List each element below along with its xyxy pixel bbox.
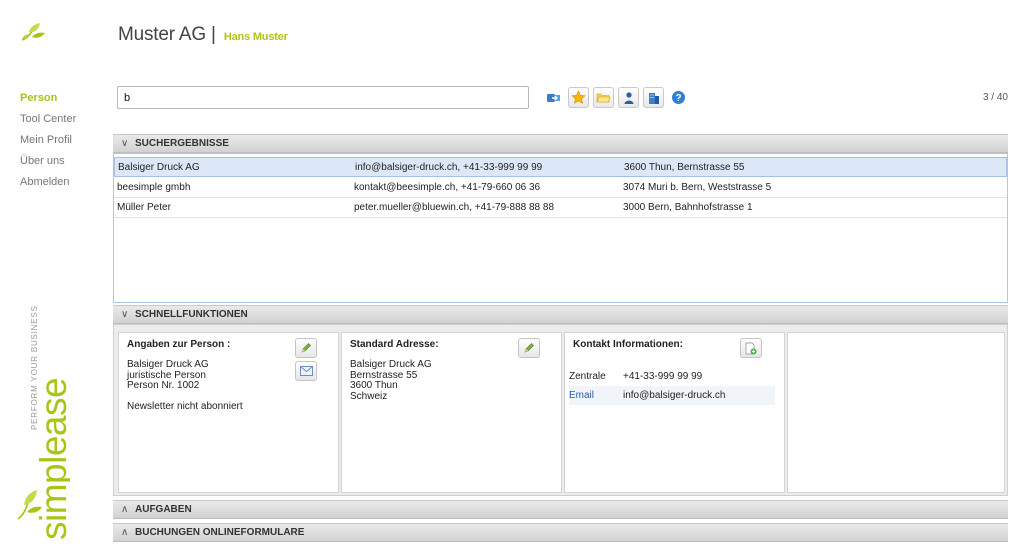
search-toolbar: ? <box>543 87 689 108</box>
edit-person-button[interactable] <box>295 338 317 358</box>
sidebar-nav: Person Tool Center Mein Profil Über uns … <box>20 92 76 197</box>
brand-name: simplease <box>33 378 70 540</box>
address-line: Balsiger Druck AG <box>350 359 432 370</box>
section-title: SUCHERGEBNISSE <box>135 138 229 149</box>
result-name: beesimple gmbh <box>117 182 191 193</box>
section-title: SCHNELLFUNKTIONEN <box>135 309 248 320</box>
page-title: Muster AG | Hans Muster <box>118 24 288 46</box>
result-contact: kontakt@beesimple.ch, +41-79-660 06 36 <box>354 182 541 193</box>
nav-item-tool-center[interactable]: Tool Center <box>20 113 76 134</box>
person-line: Person Nr. 1002 <box>127 380 200 391</box>
result-address: 3074 Muri b. Bern, Weststrasse 5 <box>623 182 772 193</box>
user-name: Hans Muster <box>223 31 288 43</box>
quick-functions-header[interactable]: ∨ SCHNELLFUNKTIONEN <box>113 305 1008 324</box>
company-name: Muster AG <box>118 24 206 45</box>
address-line: Schweiz <box>350 390 388 402</box>
search-input[interactable] <box>117 86 529 109</box>
result-counter: 3 / 40 <box>982 92 1008 103</box>
contact-card: Kontakt Informationen: Zentrale +41-33-9… <box>564 332 785 493</box>
contact-row: Zentrale +41-33-999 99 99 <box>569 367 775 386</box>
folder-icon[interactable] <box>593 87 614 108</box>
nav-item-ueber-uns[interactable]: Über uns <box>20 155 76 176</box>
address-card: Standard Adresse: Balsiger Druck AG Bern… <box>341 332 562 493</box>
contact-value: +41-33-999 99 99 <box>623 371 703 382</box>
result-address: 3000 Bern, Bahnhofstrasse 1 <box>623 202 753 213</box>
chevron-up-icon: ∧ <box>121 527 129 538</box>
address-card-title: Standard Adresse: <box>350 339 439 350</box>
building-icon[interactable] <box>643 87 664 108</box>
result-contact: info@balsiger-druck.ch, +41-33-999 99 99 <box>355 162 543 173</box>
help-icon[interactable]: ? <box>668 87 689 108</box>
person-details: Balsiger Druck AG juristische Person Per… <box>127 359 243 412</box>
result-contact: peter.mueller@bluewin.ch, +41-79-888 88 … <box>354 202 554 213</box>
leaf-logo-icon <box>21 23 45 41</box>
table-row[interactable]: Müller Peter peter.mueller@bluewin.ch, +… <box>114 198 1007 218</box>
edit-address-button[interactable] <box>518 338 540 358</box>
pencil-icon <box>301 343 311 353</box>
result-address: 3600 Thun, Bernstrasse 55 <box>624 162 745 173</box>
section-title: AUFGABEN <box>135 504 192 515</box>
nav-item-abmelden[interactable]: Abmelden <box>20 176 76 197</box>
person-card: Angaben zur Person : Balsiger Druck AG j… <box>118 332 339 493</box>
svg-text:?: ? <box>675 93 681 104</box>
quick-functions-panel: Angaben zur Person : Balsiger Druck AG j… <box>113 324 1008 496</box>
person-icon[interactable] <box>618 87 639 108</box>
simplease-brand-logo: PERFORM YOUR BUSINESS simplease <box>17 305 70 540</box>
chevron-down-icon: ∨ <box>121 138 129 149</box>
empty-card <box>787 332 1005 493</box>
nav-item-mein-profil[interactable]: Mein Profil <box>20 134 76 155</box>
email-link[interactable]: Email <box>569 386 594 405</box>
contact-value: info@balsiger-druck.ch <box>623 390 726 401</box>
person-line: Balsiger Druck AG <box>127 359 209 370</box>
address-details: Balsiger Druck AG Bernstrasse 55 3600 Th… <box>350 359 432 402</box>
bookings-header[interactable]: ∧ BUCHUNGEN ONLINEFORMULARE <box>113 523 1008 542</box>
tasks-header[interactable]: ∧ AUFGABEN <box>113 500 1008 519</box>
import-icon[interactable] <box>543 87 564 108</box>
contact-card-title: Kontakt Informationen: <box>573 339 683 350</box>
newsletter-status: Newsletter nicht abonniert <box>127 400 243 412</box>
title-separator: | <box>211 24 216 45</box>
chevron-up-icon: ∧ <box>121 504 129 515</box>
nav-item-person[interactable]: Person <box>20 92 76 113</box>
add-document-icon <box>745 342 757 354</box>
result-name: Müller Peter <box>117 202 171 213</box>
search-results-header[interactable]: ∨ SUCHERGEBNISSE <box>113 134 1008 153</box>
address-line: 3600 Thun <box>350 380 398 391</box>
star-icon[interactable] <box>568 87 589 108</box>
contact-label: Zentrale <box>569 371 606 382</box>
add-contact-button[interactable] <box>740 338 762 358</box>
pencil-icon <box>524 343 534 353</box>
search-results-list: Balsiger Druck AG info@balsiger-druck.ch… <box>113 153 1008 303</box>
result-name: Balsiger Druck AG <box>118 162 200 173</box>
chevron-down-icon: ∨ <box>121 309 129 320</box>
person-card-title: Angaben zur Person : <box>127 339 231 350</box>
contact-row: Email info@balsiger-druck.ch <box>569 386 775 405</box>
section-title: BUCHUNGEN ONLINEFORMULARE <box>135 527 305 538</box>
send-email-button[interactable] <box>295 361 317 381</box>
envelope-icon <box>299 366 313 376</box>
table-row[interactable]: Balsiger Druck AG info@balsiger-druck.ch… <box>114 157 1007 177</box>
table-row[interactable]: beesimple gmbh kontakt@beesimple.ch, +41… <box>114 178 1007 198</box>
